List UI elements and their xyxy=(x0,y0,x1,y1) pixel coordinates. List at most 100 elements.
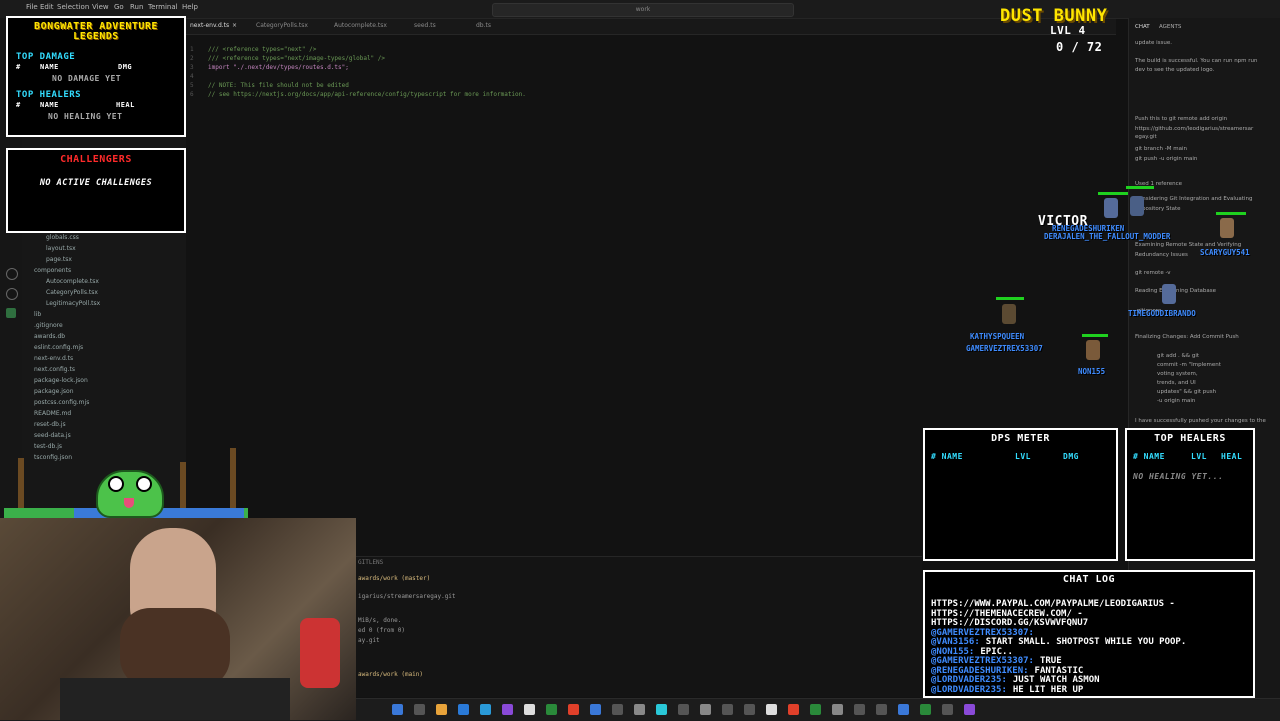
taskbar-app-icon[interactable] xyxy=(920,704,931,715)
taskbar-app-icon[interactable] xyxy=(678,704,689,715)
dps-meter-title: DPS METER xyxy=(991,433,1050,444)
file-tree-item[interactable]: components xyxy=(34,267,71,274)
chat-message: @VAN3156: START SMALL. SHOTPOST WHILE YOU… xyxy=(931,637,1186,647)
taskbar-app-icon[interactable] xyxy=(898,704,909,715)
extension-icon[interactable] xyxy=(6,308,16,318)
taskbar-app-icon[interactable] xyxy=(546,704,557,715)
code-line: // NOTE: This file should not be edited xyxy=(208,82,349,89)
taskbar-app-icon[interactable] xyxy=(502,704,513,715)
chat-message: @GAMERVEZTREX53307: xyxy=(931,628,1040,638)
tab-chat[interactable]: CHAT xyxy=(1135,24,1150,30)
file-tree-item[interactable]: page.tsx xyxy=(46,256,72,263)
chat-username: @GAMERVEZTREX53307: xyxy=(931,656,1034,666)
chat-text: HTTPS://THEMENACECREW.COM/ - xyxy=(931,608,1083,619)
terminal-panel[interactable]: GITLENS awards/work (master) igarius/str… xyxy=(356,556,922,697)
file-tree-item[interactable]: reset-db.js xyxy=(34,421,66,428)
taskbar-app-icon[interactable] xyxy=(612,704,623,715)
no-healing-text: NO HEALING YET... xyxy=(1133,472,1224,481)
file-tree-item[interactable]: LegitimacyPoll.tsx xyxy=(46,300,100,307)
close-icon[interactable]: × xyxy=(232,22,237,29)
taskbar-app-icon[interactable] xyxy=(766,704,777,715)
tab-db[interactable]: db.ts xyxy=(476,22,491,29)
taskbar-app-icon[interactable] xyxy=(436,704,447,715)
menu-go[interactable]: Go xyxy=(114,3,124,11)
chat-panel-line: dev to see the updated logo. xyxy=(1135,67,1215,73)
chat-panel-line: -u origin main xyxy=(1157,398,1196,404)
taskbar-app-icon[interactable] xyxy=(656,704,667,715)
tab-seed[interactable]: seed.ts xyxy=(414,22,436,29)
chat-text: START SMALL. SHOTPOST WHILE YOU POOP. xyxy=(985,637,1187,647)
chat-panel-line: update issue. xyxy=(1135,40,1173,46)
file-tree-item[interactable]: next.config.ts xyxy=(34,366,75,373)
file-tree-item[interactable]: test-db.js xyxy=(34,443,62,450)
file-tree-item[interactable]: CategoryPolls.tsx xyxy=(46,289,98,296)
taskbar-app-icon[interactable] xyxy=(722,704,733,715)
menu-file[interactable]: File xyxy=(26,3,38,11)
taskbar-app-icon[interactable] xyxy=(458,704,469,715)
tab-next-env[interactable]: next-env.d.ts xyxy=(190,22,229,29)
tab-category-polls[interactable]: CategoryPolls.tsx xyxy=(256,22,308,29)
code-line: /// <reference types="next" /> xyxy=(208,46,317,53)
chat-message: @NON155: EPIC.. xyxy=(931,647,1013,657)
top-healers-panel: TOP HEALERS # NAME LVL HEAL NO HEALING Y… xyxy=(1125,428,1255,561)
file-tree-item[interactable]: tsconfig.json xyxy=(34,454,72,461)
menu-terminal[interactable]: Terminal xyxy=(148,3,178,11)
taskbar-app-icon[interactable] xyxy=(876,704,887,715)
terminal-line: ay.git xyxy=(358,637,380,644)
player-name: NON155 xyxy=(1078,367,1106,376)
taskbar-app-icon[interactable] xyxy=(568,704,579,715)
account-icon[interactable] xyxy=(6,268,18,280)
taskbar-app-icon[interactable] xyxy=(590,704,601,715)
chat-panel-line: git push -u origin main xyxy=(1135,156,1198,162)
code-editor[interactable]: 1 /// <reference types="next" /> 2 /// <ref… xyxy=(186,36,916,136)
taskbar-app-icon[interactable] xyxy=(700,704,711,715)
taskbar-app-icon[interactable] xyxy=(392,704,403,715)
taskbar-app-icon[interactable] xyxy=(634,704,645,715)
taskbar-app-icon[interactable] xyxy=(480,704,491,715)
taskbar-app-icon[interactable] xyxy=(854,704,865,715)
file-tree-item[interactable]: next-env.d.ts xyxy=(34,355,73,362)
menu-view[interactable]: View xyxy=(92,3,109,11)
file-tree-item[interactable]: package-lock.json xyxy=(34,377,88,384)
taskbar-app-icon[interactable] xyxy=(744,704,755,715)
file-tree-item[interactable]: globals.css xyxy=(46,234,79,241)
frog-tongue xyxy=(124,498,134,508)
file-tree-item[interactable]: README.md xyxy=(34,410,71,417)
frog-eye xyxy=(136,476,152,492)
file-tree-item[interactable]: .gitignore xyxy=(34,322,63,329)
tab-agents[interactable]: AGENTS xyxy=(1159,24,1181,30)
taskbar-app-icon[interactable] xyxy=(524,704,535,715)
menu-edit[interactable]: Edit xyxy=(40,3,54,11)
taskbar-app-icon[interactable] xyxy=(810,704,821,715)
taskbar-app-icon[interactable] xyxy=(942,704,953,715)
legends-panel: BONGWATER ADVENTURE LEGENDS TOP DAMAGE #… xyxy=(6,16,186,137)
chat-message: HTTPS://WWW.PAYPAL.COM/PAYPALME/LEODIGAR… xyxy=(931,599,1175,609)
menu-run[interactable]: Run xyxy=(130,3,143,11)
tab-gitlens[interactable]: GITLENS xyxy=(358,559,383,566)
file-tree-item[interactable]: Autocomplete.tsx xyxy=(46,278,99,285)
menu-selection[interactable]: Selection xyxy=(57,3,89,11)
chat-message: @GAMERVEZTREX53307: TRUE xyxy=(931,656,1062,666)
file-tree-item[interactable]: lib xyxy=(34,311,41,318)
file-tree-item[interactable]: awards.db xyxy=(34,333,65,340)
file-tree-item[interactable]: layout.tsx xyxy=(46,245,76,252)
menu-help[interactable]: Help xyxy=(182,3,198,11)
taskbar-app-icon[interactable] xyxy=(964,704,975,715)
chat-username: @RENEGADESHURIKEN: xyxy=(931,665,1029,676)
file-tree-item[interactable]: postcss.config.mjs xyxy=(34,399,89,406)
file-tree-item[interactable]: package.json xyxy=(34,388,74,395)
settings-icon[interactable] xyxy=(6,288,18,300)
command-search-input[interactable]: work xyxy=(492,3,794,17)
challengers-panel: CHALLENGERS NO ACTIVE CHALLENGES xyxy=(6,148,186,233)
tab-autocomplete[interactable]: Autocomplete.tsx xyxy=(334,22,387,29)
boss-level: LVL 4 xyxy=(1050,24,1086,37)
line-number: 4 xyxy=(190,73,194,80)
line-number: 6 xyxy=(190,91,194,98)
chat-log-panel: CHAT LOG HTTPS://WWW.PAYPAL.COM/PAYPALME… xyxy=(923,570,1255,698)
taskbar-app-icon[interactable] xyxy=(414,704,425,715)
streamer-shirt xyxy=(60,678,290,720)
file-tree-item[interactable]: eslint.config.mjs xyxy=(34,344,83,351)
taskbar-app-icon[interactable] xyxy=(832,704,843,715)
file-tree-item[interactable]: seed-data.js xyxy=(34,432,71,439)
taskbar-app-icon[interactable] xyxy=(788,704,799,715)
